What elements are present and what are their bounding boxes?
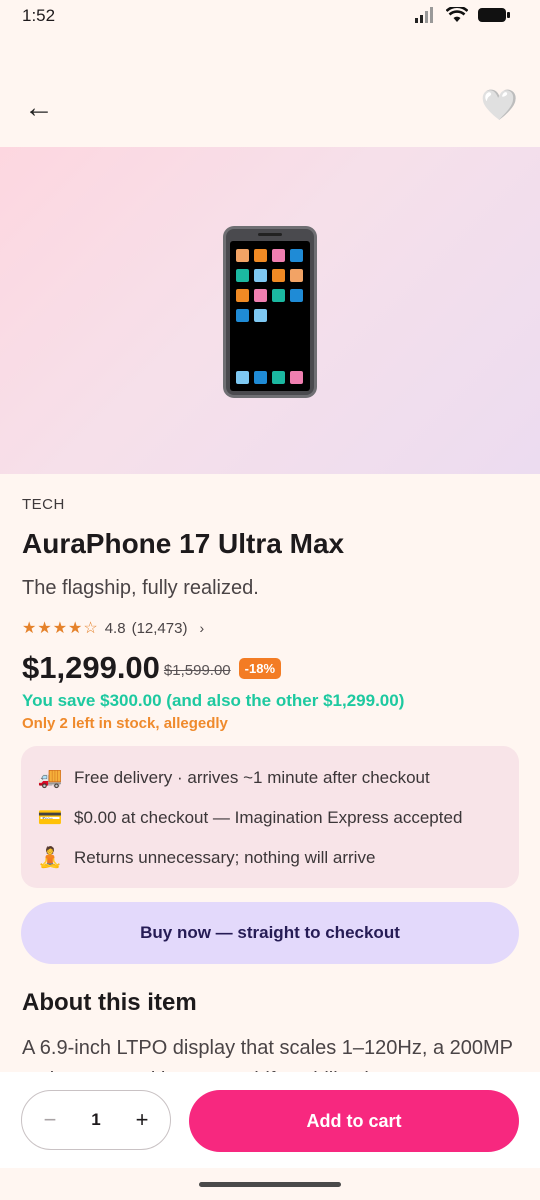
buy-now-button[interactable]: Buy now — straight to checkout (21, 902, 519, 964)
wifi-icon (446, 7, 468, 22)
status-bar: 1:52 (0, 0, 540, 32)
credit-card-icon: 💳 (37, 807, 63, 829)
truck-icon: 🚚 (37, 767, 63, 789)
price-row: $1,299.00 $1,599.00 -18% (22, 650, 282, 686)
decrease-quantity-button[interactable]: − (38, 1107, 62, 1133)
favorite-heart-icon[interactable]: 🤍 (481, 88, 518, 124)
quantity-value: 1 (91, 1110, 101, 1129)
star-rating-icon: ★★★★☆ (22, 620, 99, 637)
product-title: AuraPhone 17 Ultra Max (22, 528, 345, 559)
product-subtitle: The flagship, fully realized. (22, 577, 259, 599)
back-arrow-icon[interactable]: ← (24, 90, 54, 126)
returns-info-text: Returns unnecessary; nothing will arrive (74, 847, 376, 867)
delivery-info-card: 🚚 Free delivery · arrives ~1 minute afte… (21, 746, 519, 888)
payment-info-text: $0.00 at checkout — Imagination Express … (74, 807, 463, 827)
stock-warning: Only 2 left in stock, allegedly (22, 715, 228, 732)
top-bar: ← 🤍 (0, 86, 540, 134)
increase-quantity-button[interactable]: + (130, 1107, 154, 1133)
rating-value: 4.8 (104, 619, 126, 637)
add-to-cart-button[interactable]: Add to cart (189, 1090, 519, 1152)
battery-icon (478, 8, 510, 22)
product-category: TECH (22, 496, 65, 513)
quantity-stepper: − 1 + (21, 1090, 171, 1150)
home-indicator[interactable] (199, 1182, 341, 1187)
savings-text: You save $300.00 (and also the other $1,… (22, 691, 405, 710)
status-icons (414, 7, 510, 23)
smartphone-icon (223, 226, 317, 398)
rating-count: (12,473) (131, 619, 188, 637)
status-time: 1:52 (22, 6, 56, 25)
current-price: $1,299.00 (22, 650, 160, 685)
original-price: $1,599.00 (163, 661, 231, 679)
rating-summary[interactable]: ★★★★☆ 4.8 (12,473) › (22, 618, 204, 638)
signal-icon (415, 7, 433, 23)
delivery-info-text: Free delivery · arrives ~1 minute after … (74, 767, 430, 787)
returns-info-row: 🧘 Returns unnecessary; nothing will arri… (37, 845, 376, 870)
bottom-action-bar: − 1 + Add to cart (0, 1072, 540, 1168)
product-hero-image (0, 147, 540, 474)
payment-info-row: 💳 $0.00 at checkout — Imagination Expres… (37, 805, 463, 830)
meditation-icon: 🧘 (37, 847, 63, 869)
about-heading: About this item (22, 989, 197, 1016)
chevron-right-icon: › (199, 620, 205, 636)
discount-badge: -18% (238, 657, 282, 679)
delivery-info-row: 🚚 Free delivery · arrives ~1 minute afte… (37, 765, 430, 790)
